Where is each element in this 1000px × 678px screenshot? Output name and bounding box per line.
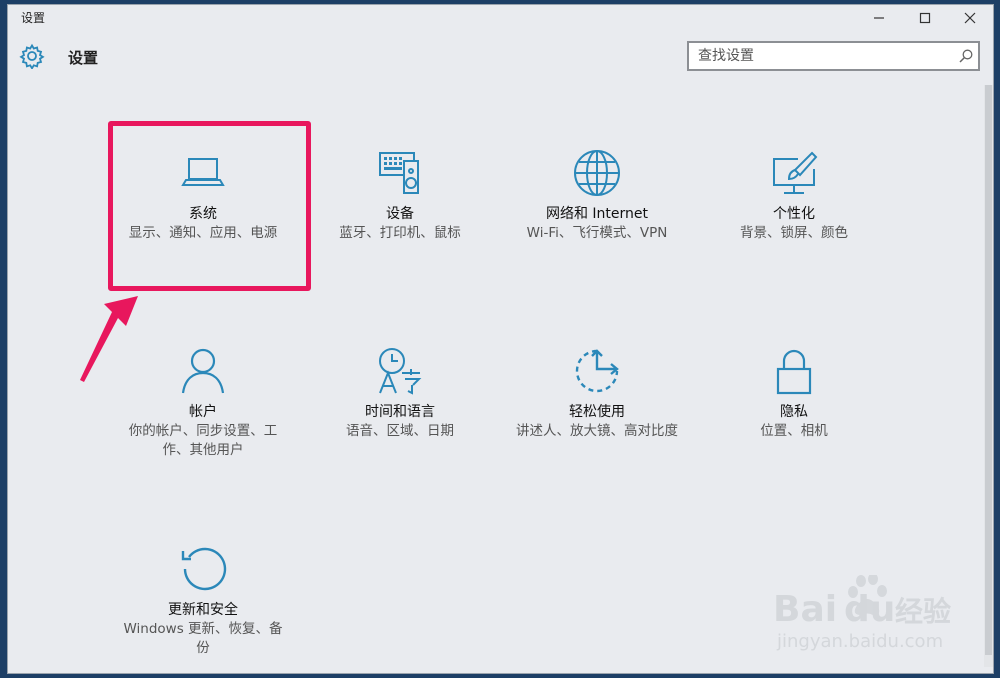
tile-accounts-desc: 你的帐户、同步设置、工作、其他用户 [128,423,278,458]
keyboard-speaker-icon [379,152,419,194]
tile-ease-of-access-title: 轻松使用 [569,404,625,420]
search-input[interactable] [689,43,962,69]
tile-update-security[interactable]: 更新和安全 Windows 更新、恢复、备份 [108,543,298,658]
close-button[interactable] [948,5,992,31]
tile-accounts-title: 帐户 [189,404,217,420]
baidu-jingyan-watermark: Bai du 经验 jingyan.baidu.com [773,575,951,652]
tile-privacy-title: 隐私 [780,404,808,420]
tile-ease-of-access-desc: 讲述人、放大镜、高对比度 [516,423,678,439]
window-title: 设置 [21,11,46,25]
tile-devices-title: 设备 [386,206,414,222]
settings-window: 设置 设置 系统 显示、通 [7,4,994,674]
tile-devices-desc: 蓝牙、打印机、鼠标 [339,225,461,241]
clock-language-icon [379,348,422,395]
refresh-icon [181,547,227,591]
tile-network-title: 网络和 Internet [545,206,649,222]
ease-of-access-icon [575,349,619,393]
globe-icon [574,150,620,196]
tile-privacy[interactable]: 隐私 位置、相机 [699,345,889,441]
tile-personalization-desc: 背景、锁屏、颜色 [740,225,848,241]
maximize-icon [919,12,931,24]
scrollbar-thumb[interactable] [985,85,992,655]
close-icon [964,12,976,24]
tile-devices[interactable]: 设备 蓝牙、打印机、鼠标 [305,147,495,243]
tile-ease-of-access[interactable]: 轻松使用 讲述人、放大镜、高对比度 [502,345,692,441]
title-bar[interactable]: 设置 [8,5,993,33]
watermark-brand: Bai [773,589,837,630]
tile-update-security-desc: Windows 更新、恢复、备份 [123,621,283,656]
page-title: 设置 [68,49,99,67]
search-icon[interactable] [958,48,974,64]
watermark-brand-du: du [844,589,895,630]
maximize-button[interactable] [903,5,947,31]
paint-monitor-icon [773,151,818,194]
tile-personalization-title: 个性化 [773,206,815,222]
tile-update-security-title: 更新和安全 [168,602,238,618]
tile-time-language-desc: 语音、区域、日期 [346,423,454,439]
tile-network[interactable]: 网络和 Internet Wi-Fi、飞行模式、VPN [502,147,692,243]
search-box[interactable] [687,41,980,71]
lock-icon [776,349,812,395]
tile-time-language-title: 时间和语言 [365,404,435,420]
gear-icon [19,43,45,69]
minimize-button[interactable] [857,5,901,31]
annotation-arrow [80,296,138,382]
person-icon [181,348,225,394]
tile-time-language[interactable]: 时间和语言 语音、区域、日期 [305,345,495,441]
annotation-highlight-box [108,121,311,291]
tile-network-desc: Wi-Fi、飞行模式、VPN [526,225,668,241]
minimize-icon [874,17,884,19]
tile-privacy-desc: 位置、相机 [760,423,828,439]
tile-personalization[interactable]: 个性化 背景、锁屏、颜色 [699,147,889,243]
watermark-url: jingyan.baidu.com [776,631,943,652]
watermark-cn: 经验 [895,595,951,628]
